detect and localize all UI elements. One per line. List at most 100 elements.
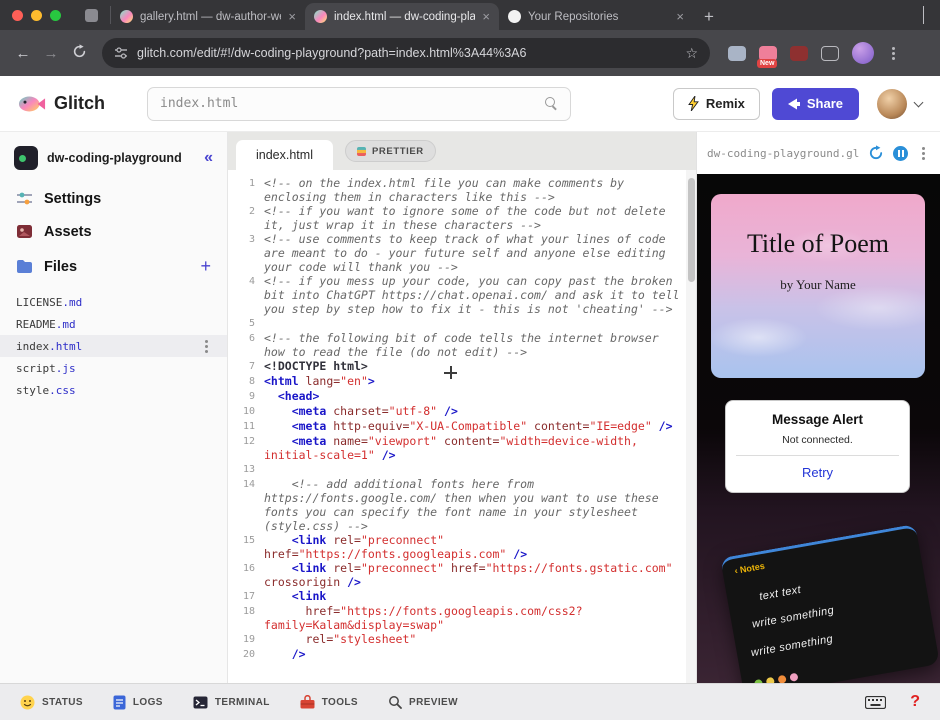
file-item-style[interactable]: style .css [0,379,227,401]
minimize-window-button[interactable] [31,9,42,21]
code-editor: index.html PRETTIER 1 <!-- on the index.h… [228,132,696,683]
retry-button[interactable]: Retry [736,465,899,480]
tab-search-button[interactable] [915,6,932,24]
file-item-script[interactable]: script .js [0,357,227,379]
line-content: <!-- use comments to keep track of what … [264,232,673,274]
code-line[interactable]: 10 <meta charset="utf-8" /> [228,404,696,419]
preview-pause-icon[interactable] [893,145,908,161]
code-line[interactable]: 5 [228,316,696,331]
sidebar-item-files[interactable]: Files + [0,248,227,285]
code-line[interactable]: 14 <!-- add additional fonts here from h… [228,477,696,533]
close-tab-icon[interactable]: × [288,9,296,24]
tab-title: index.html — dw-coding-play [334,10,476,23]
browser-tab-github[interactable]: Your Repositories × [499,3,693,30]
close-window-button[interactable] [12,9,23,21]
logs-button[interactable]: LOGS [113,695,163,710]
terminal-button[interactable]: TERMINAL [193,696,270,709]
brand-name: Glitch [54,93,106,113]
collapse-sidebar-button[interactable]: « [204,149,213,167]
file-options-icon[interactable] [205,344,208,348]
bookmark-star-icon[interactable]: ☆ [685,45,698,62]
site-settings-icon[interactable] [114,46,128,60]
search-input[interactable]: index.html [147,86,572,121]
file-item-license[interactable]: LICENSE .md [0,291,227,313]
promo-icon[interactable]: New [757,45,778,68]
status-button[interactable]: STATUS [20,695,83,710]
share-button[interactable]: Share [771,87,859,120]
side-panel-icon[interactable] [728,45,746,61]
logs-label: LOGS [132,696,163,708]
browser-toolbar: ← → glitch.com/edit/#!/dw-coding-playgro… [0,30,940,76]
editor-scrollbar-thumb[interactable] [687,178,695,282]
code-line[interactable]: 8 <html lang="en"> [228,374,696,389]
remix-button[interactable]: Remix [672,87,760,120]
code-line[interactable]: 7 <!DOCTYPE html> [228,359,696,374]
code-line[interactable]: 3 <!-- use comments to keep track of what… [228,232,696,274]
line-content: <!-- if you mess up your code, you can c… [264,274,687,316]
file-item-readme[interactable]: README .md [0,313,227,335]
code-line[interactable]: 11 <meta http-equiv="X-UA-Compatible" co… [228,419,696,434]
code-line[interactable]: 1 <!-- on the index.html file you can mak… [228,176,696,204]
code-line[interactable]: 15 <link rel="preconnect" href="https://… [228,533,696,561]
tools-label: TOOLS [321,696,358,708]
folder-icon [17,260,32,273]
add-file-button[interactable]: + [200,256,211,277]
close-tab-icon[interactable]: × [482,9,490,24]
extensions-icon[interactable] [821,45,839,61]
reload-button[interactable] [66,43,92,63]
account-chevron-down-icon[interactable] [913,97,924,107]
forward-button[interactable]: → [38,45,64,62]
editor-tab-index[interactable]: index.html [236,140,333,170]
code-line[interactable]: 6 <!-- the following bit of code tells th… [228,331,696,359]
code-line[interactable]: 13 [228,462,696,477]
glitch-logo[interactable]: Glitch [18,93,105,114]
sidebar-item-assets[interactable]: Assets [0,215,227,248]
code-area[interactable]: 1 <!-- on the index.html file you can mak… [228,170,696,683]
close-tab-icon[interactable]: × [676,9,684,24]
file-item-index-selected[interactable]: index .html [0,335,227,357]
preview-page: Title of Poem by Your Name Message Alert… [697,174,940,683]
new-tab-button[interactable]: + [693,3,725,30]
code-line[interactable]: 9 <head> [228,389,696,404]
preview-menu-icon[interactable] [922,151,925,155]
notes-text: text text [758,583,803,603]
file-ext: .html [49,339,83,353]
code-line[interactable]: 12 <meta name="viewport" content="width=… [228,434,696,462]
prettier-button[interactable]: PRETTIER [344,140,436,162]
browser-profile-avatar[interactable] [852,42,874,64]
pinned-tab[interactable] [73,6,111,24]
code-line[interactable]: 20 /> [228,647,696,662]
help-button[interactable]: ? [910,693,920,711]
glitch-favicon-icon [314,10,327,23]
url-text[interactable]: glitch.com/edit/#!/dw-coding-playground?… [137,46,676,60]
sidebar-item-label: Files [44,258,78,275]
user-avatar[interactable] [877,88,907,119]
code-line[interactable]: 4 <!-- if you mess up your code, you can … [228,274,696,316]
preview-domain: dw-coding-playground.gli [707,146,859,160]
poem-title: Title of Poem [746,229,890,258]
browser-tab-gallery[interactable]: gallery.html — dw-author-wel × [111,3,305,30]
emoji-icon [777,674,787,683]
back-button[interactable]: ← [10,45,36,62]
line-content [264,316,696,331]
sidebar-item-label: Assets [44,223,92,240]
sidebar-item-settings[interactable]: Settings [0,182,227,215]
project-header[interactable]: dw-coding-playground « [0,140,227,182]
keyboard-icon[interactable] [865,695,887,709]
browser-menu-icon[interactable] [892,51,895,55]
tools-button[interactable]: TOOLS [300,695,358,709]
extension-bookmark-icon[interactable] [790,45,808,61]
code-line[interactable]: 2 <!-- if you want to ignore some of the … [228,204,696,232]
chevron-down-icon [923,6,924,24]
preview-button[interactable]: PREVIEW [388,695,458,709]
code-line[interactable]: 18 href="https://fonts.googleapis.com/cs… [228,604,696,632]
preview-refresh-icon[interactable] [868,145,884,161]
code-line[interactable]: 19 rel="stylesheet" [228,632,696,647]
browser-tab-index-active[interactable]: index.html — dw-coding-play × [305,3,499,30]
terminal-label: TERMINAL [214,696,270,708]
code-line[interactable]: 17 <link [228,589,696,604]
zoom-window-button[interactable] [50,9,61,21]
line-content: rel="stylesheet" [264,632,417,646]
code-line[interactable]: 16 <link rel="preconnect" href="https://… [228,561,696,589]
address-bar[interactable]: glitch.com/edit/#!/dw-coding-playground?… [102,38,710,68]
